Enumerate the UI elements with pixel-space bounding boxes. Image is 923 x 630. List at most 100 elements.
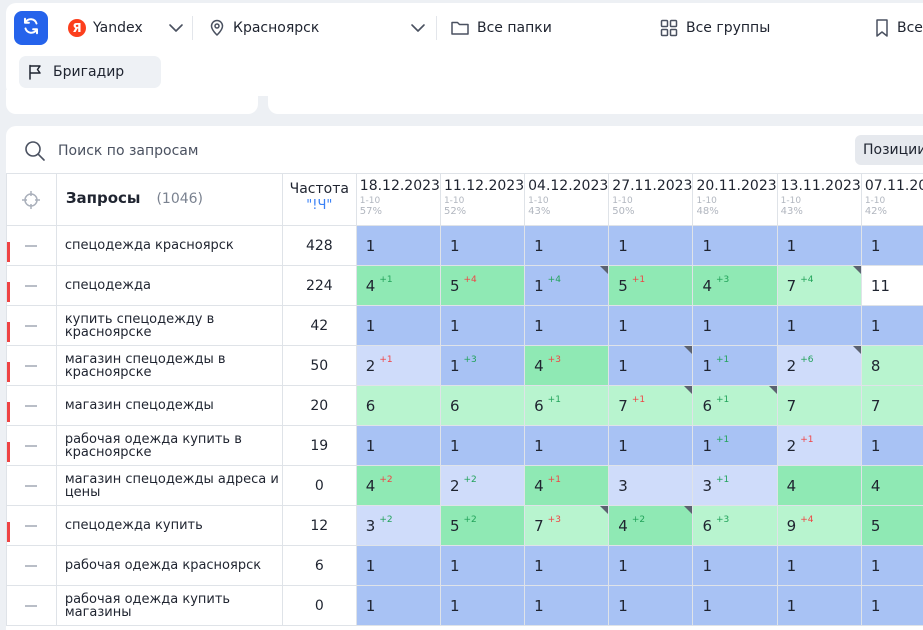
position-cell[interactable]: 5 +4	[439, 265, 526, 306]
position-cell[interactable]: 1	[608, 305, 694, 346]
date-column-header[interactable]: 04.12.2023 1-10 43%	[524, 173, 610, 226]
table-row[interactable]: рабочая одежда купить в красноярске 19 1 1 1…	[6, 425, 923, 466]
position-cell[interactable]: 7	[860, 385, 923, 426]
table-row[interactable]: рабочая одежда красноярск 6 1 1 1 1 1 1 1	[6, 545, 923, 586]
position-cell[interactable]: 1 +1	[692, 425, 778, 466]
position-cell[interactable]: 1	[776, 545, 862, 586]
position-cell[interactable]: 1	[355, 225, 441, 266]
position-cell[interactable]: 5 +2	[439, 505, 526, 546]
position-cell[interactable]: 1	[524, 305, 610, 346]
position-cell[interactable]: 1	[355, 545, 441, 586]
position-cell[interactable]: 6 +3	[692, 505, 778, 546]
queries-header[interactable]: Запросы (1046)	[55, 173, 283, 226]
position-cell[interactable]: 1	[608, 545, 694, 586]
date-column-header[interactable]: 13.11.2023 1-10 43%	[776, 173, 862, 226]
position-cell[interactable]: 1	[860, 225, 923, 266]
position-cell[interactable]: 4 +3	[692, 265, 778, 306]
position-cell[interactable]: 8	[860, 345, 923, 386]
position-cell[interactable]: 5 +1	[608, 265, 694, 306]
position-cell[interactable]: 1 +1	[692, 345, 778, 386]
position-cell[interactable]: 1	[524, 585, 610, 626]
position-cell[interactable]: 3	[608, 465, 694, 506]
row-select-cell[interactable]	[6, 545, 57, 586]
position-cell[interactable]: 1	[608, 425, 694, 466]
position-cell[interactable]: 4	[860, 465, 923, 506]
query-cell[interactable]: магазин спецодежды в красноярске	[55, 345, 283, 386]
position-cell[interactable]: 1	[860, 305, 923, 346]
row-select-cell[interactable]	[6, 305, 57, 346]
position-cell[interactable]: 1	[439, 545, 526, 586]
position-cell[interactable]: 1	[860, 425, 923, 466]
table-row[interactable]: магазин спецодежды 20 6 6 6 +1 7 +1 6 +1 7 7	[6, 385, 923, 426]
position-cell[interactable]: 6 +1	[524, 385, 610, 426]
position-cell[interactable]: 11	[860, 265, 923, 306]
position-cell[interactable]: 9 +4	[776, 505, 862, 546]
position-cell[interactable]: 1	[776, 585, 862, 626]
table-row[interactable]: купить спецодежду в красноярске 42 1 1 1 1 1 1 1	[6, 305, 923, 346]
position-cell[interactable]: 1	[608, 225, 694, 266]
position-cell[interactable]: 3 +2	[355, 505, 441, 546]
position-cell[interactable]: 1	[692, 545, 778, 586]
position-cell[interactable]: 2 +1	[355, 345, 441, 386]
date-column-header[interactable]: 27.11.2023 1-10 50%	[608, 173, 694, 226]
table-row[interactable]: спецодежда 224 4 +1 5 +4 1 +4 5 +1 4 +3 7 +4 11	[6, 265, 923, 306]
table-row[interactable]: магазин спецодежды адреса и цены 0 4 +2 2 +2 4…	[6, 465, 923, 506]
position-cell[interactable]: 6	[355, 385, 441, 426]
position-cell[interactable]: 1	[776, 225, 862, 266]
table-row[interactable]: спецодежда купить 12 3 +2 5 +2 7 +3 4 +2 6 +3 9 +4 5	[6, 505, 923, 546]
position-cell[interactable]: 1	[692, 305, 778, 346]
position-cell[interactable]: 4 +3	[524, 345, 610, 386]
query-cell[interactable]: спецодежда	[55, 265, 283, 306]
position-cell[interactable]: 7 +4	[776, 265, 862, 306]
position-cell[interactable]: 6	[439, 385, 526, 426]
row-select-cell[interactable]	[6, 345, 57, 386]
row-select-cell[interactable]	[6, 225, 57, 266]
position-cell[interactable]: 1	[860, 585, 923, 626]
date-column-header[interactable]: 11.12.2023 1-10 52%	[439, 173, 526, 226]
refresh-button[interactable]	[14, 11, 48, 45]
frequency-header[interactable]: Частота "!Ч"	[281, 173, 357, 226]
position-cell[interactable]: 4 +2	[355, 465, 441, 506]
position-cell[interactable]: 4 +2	[608, 505, 694, 546]
position-cell[interactable]: 2 +6	[776, 345, 862, 386]
region-select[interactable]: Красноярск	[208, 11, 436, 45]
date-column-header[interactable]: 07.11.2023 1-1042%	[860, 173, 923, 226]
position-cell[interactable]: 1	[439, 585, 526, 626]
position-cell[interactable]: 1	[355, 585, 441, 626]
position-cell[interactable]: 4 +1	[524, 465, 610, 506]
row-select-cell[interactable]	[6, 585, 57, 626]
position-cell[interactable]: 3 +1	[692, 465, 778, 506]
position-cell[interactable]: 2 +2	[439, 465, 526, 506]
row-select-cell[interactable]	[6, 505, 57, 546]
query-cell[interactable]: магазин спецодежды адреса и цены	[55, 465, 283, 506]
position-cell[interactable]: 4	[776, 465, 862, 506]
position-cell[interactable]: 1	[776, 305, 862, 346]
position-cell[interactable]: 7 +3	[524, 505, 610, 546]
position-cell[interactable]: 1	[608, 345, 694, 386]
project-chip[interactable]: Бригадир	[19, 56, 161, 88]
query-cell[interactable]: спецодежда красноярск	[55, 225, 283, 266]
groups-select[interactable]: Все группы	[659, 11, 849, 45]
position-cell[interactable]: 1	[355, 305, 441, 346]
row-select-cell[interactable]	[6, 425, 57, 466]
position-cell[interactable]: 5	[860, 505, 923, 546]
date-column-header[interactable]: 20.11.2023 1-10 48%	[692, 173, 778, 226]
position-cell[interactable]: 1	[355, 425, 441, 466]
query-cell[interactable]: рабочая одежда купить в красноярске	[55, 425, 283, 466]
position-cell[interactable]: 1	[608, 585, 694, 626]
position-cell[interactable]: 4 +1	[355, 265, 441, 306]
position-cell[interactable]: 1	[439, 425, 526, 466]
position-cell[interactable]: 2 +1	[776, 425, 862, 466]
select-all-cell[interactable]	[6, 173, 57, 226]
query-cell[interactable]: спецодежда купить	[55, 505, 283, 546]
position-cell[interactable]: 7	[776, 385, 862, 426]
query-cell[interactable]: магазин спецодежды	[55, 385, 283, 426]
position-cell[interactable]: 1 +3	[439, 345, 526, 386]
position-cell[interactable]: 1	[524, 545, 610, 586]
position-cell[interactable]: 1	[692, 225, 778, 266]
tab-positions[interactable]: Позиции	[855, 135, 923, 165]
table-row[interactable]: рабочая одежда купить магазины 0 1 1 1 1 1 1 1	[6, 585, 923, 626]
table-row[interactable]: магазин спецодежды в красноярске 50 2 +1 1 +3…	[6, 345, 923, 386]
query-cell[interactable]: купить спецодежду в красноярске	[55, 305, 283, 346]
tags-select[interactable]: Все	[874, 11, 923, 45]
